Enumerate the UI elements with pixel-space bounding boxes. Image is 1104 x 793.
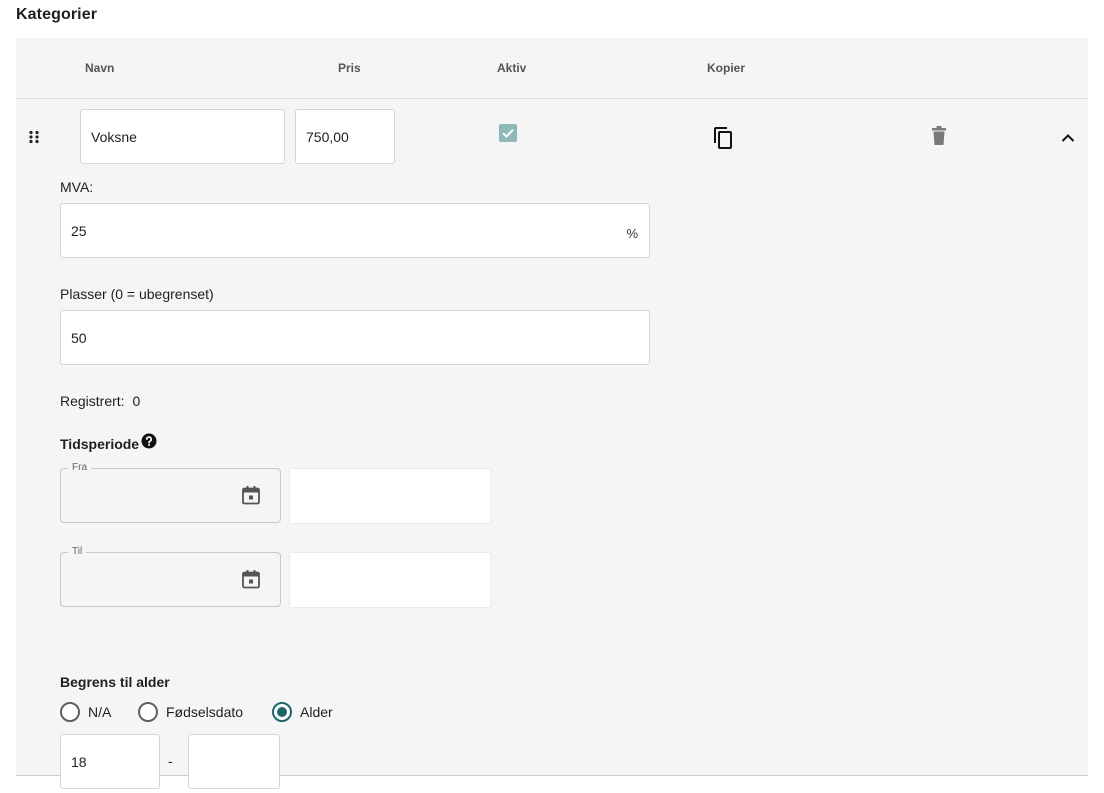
time-period-label: Tidsperiode — [60, 436, 140, 452]
copy-icon[interactable] — [712, 126, 734, 150]
to-date-field[interactable]: Til — [60, 546, 281, 607]
check-icon — [502, 129, 514, 138]
radio-age[interactable] — [272, 702, 292, 722]
places-field — [60, 310, 650, 365]
trash-icon[interactable] — [931, 126, 947, 146]
vat-percent-suffix: % — [626, 226, 638, 241]
column-header-active: Aktiv — [497, 61, 527, 75]
registered-label: Registrert: — [60, 393, 125, 409]
vat-input[interactable] — [61, 204, 649, 257]
radio-na[interactable] — [60, 702, 80, 722]
age-limit-label: Begrens til alder — [60, 674, 170, 690]
price-input[interactable] — [296, 110, 394, 163]
page-title: Kategorier — [16, 6, 98, 23]
calendar-icon[interactable] — [241, 485, 261, 505]
chevron-up-icon[interactable] — [1061, 133, 1075, 143]
from-date-field[interactable]: Fra — [60, 462, 281, 523]
radio-birthdate-label: Fødselsdato — [166, 704, 244, 720]
column-header-price: Pris — [338, 61, 361, 75]
column-header-copy: Kopier — [707, 61, 746, 75]
vat-label: MVA: — [60, 179, 94, 195]
registered-value: 0 — [132, 393, 141, 409]
places-label: Plasser (0 = ubegrenset) — [60, 286, 214, 302]
active-checkbox[interactable] — [499, 124, 517, 142]
categories-table: Navn Pris Aktiv Kopier Voksne 750,00 MVA… — [16, 38, 1088, 789]
to-time-field[interactable] — [289, 552, 491, 608]
places-input[interactable] — [61, 311, 649, 364]
registered-info: Registrert: 0 — [60, 393, 140, 409]
vat-field: % — [60, 203, 650, 258]
radio-age-label: Alder — [300, 704, 333, 720]
to-date-label: Til — [68, 546, 87, 558]
price-field — [295, 109, 395, 164]
from-date-label: Fra — [68, 462, 91, 474]
help-circle-icon[interactable] — [141, 433, 157, 449]
age-range-separator: - — [168, 753, 173, 769]
category-row: MVA: % Plasser (0 = ubegrenset) Registre… — [16, 99, 1088, 789]
age-max-field — [188, 734, 280, 789]
drag-handle-icon[interactable] — [28, 130, 40, 144]
radio-na-label: N/A — [88, 704, 112, 720]
from-time-field[interactable] — [289, 468, 491, 524]
name-input[interactable] — [81, 110, 284, 163]
age-max-input[interactable] — [189, 735, 279, 788]
table-header: Navn Pris Aktiv Kopier — [16, 38, 1088, 99]
age-min-field — [60, 734, 160, 789]
column-header-name: Navn — [85, 61, 115, 75]
age-min-input[interactable] — [61, 735, 159, 788]
calendar-icon[interactable] — [241, 569, 261, 589]
name-field — [80, 109, 285, 164]
radio-birthdate[interactable] — [138, 702, 158, 722]
